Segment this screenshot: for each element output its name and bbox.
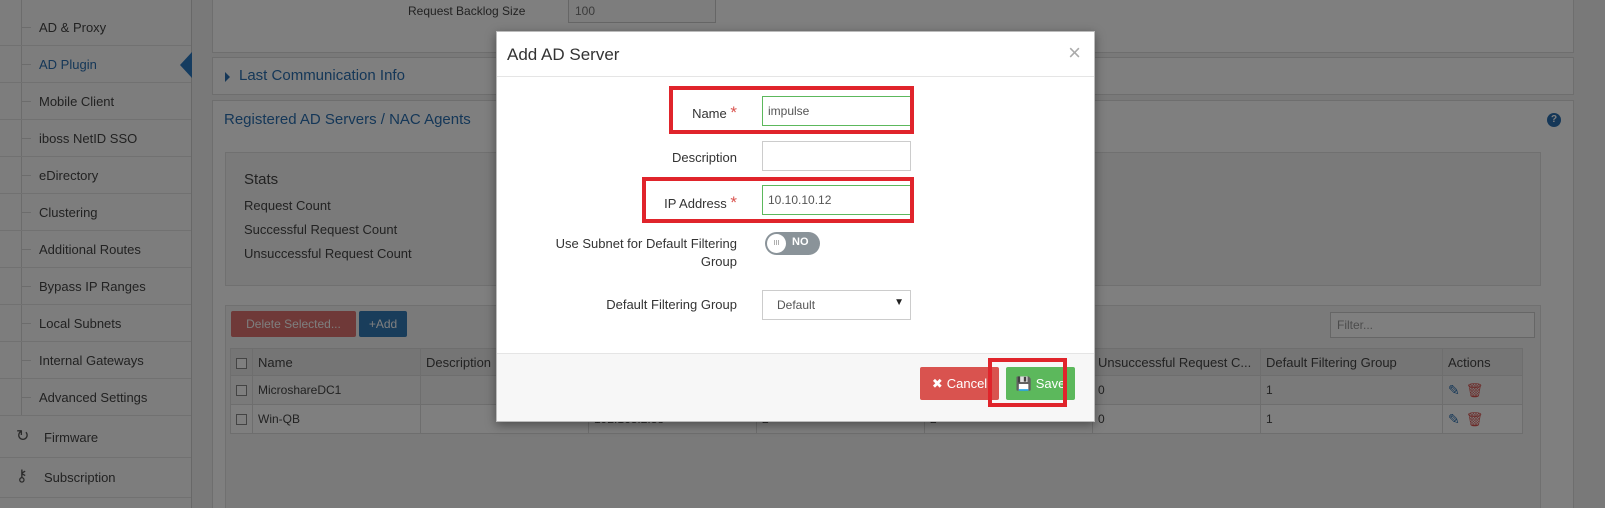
dropdown-arrow-icon: ▼ [894, 297, 904, 308]
subnet-label-line: Use Subnet for Default Filtering [555, 236, 737, 251]
select-value: Default [777, 298, 816, 312]
subnet-toggle[interactable]: III NO [765, 232, 820, 255]
description-label: Description [671, 150, 737, 165]
toggle-state-label: NO [792, 236, 809, 248]
highlight-box-ip [642, 177, 914, 223]
subnet-label-line: Group [700, 254, 737, 269]
toggle-knob: III [767, 234, 786, 253]
default-filtering-group-select[interactable]: Default ▼ [762, 290, 911, 320]
subnet-label-wrap: Use Subnet for Default Filtering Group [517, 235, 737, 271]
description-label-wrap: Description [597, 150, 737, 165]
close-icon: ✖ [931, 375, 943, 391]
add-ad-server-dialog: Add AD Server × Name * Description IP Ad… [496, 31, 1095, 422]
default-filtering-group-label: Default Filtering Group [606, 297, 737, 312]
highlight-box-save [988, 358, 1067, 407]
dialog-title: Add AD Server [507, 45, 620, 64]
cancel-label: Cancel [946, 376, 988, 391]
dialog-header: Add AD Server × [497, 32, 1094, 77]
group-label-wrap: Default Filtering Group [537, 297, 737, 312]
highlight-box-name [669, 86, 914, 134]
close-icon[interactable]: × [1068, 42, 1081, 64]
description-field[interactable] [762, 141, 911, 171]
